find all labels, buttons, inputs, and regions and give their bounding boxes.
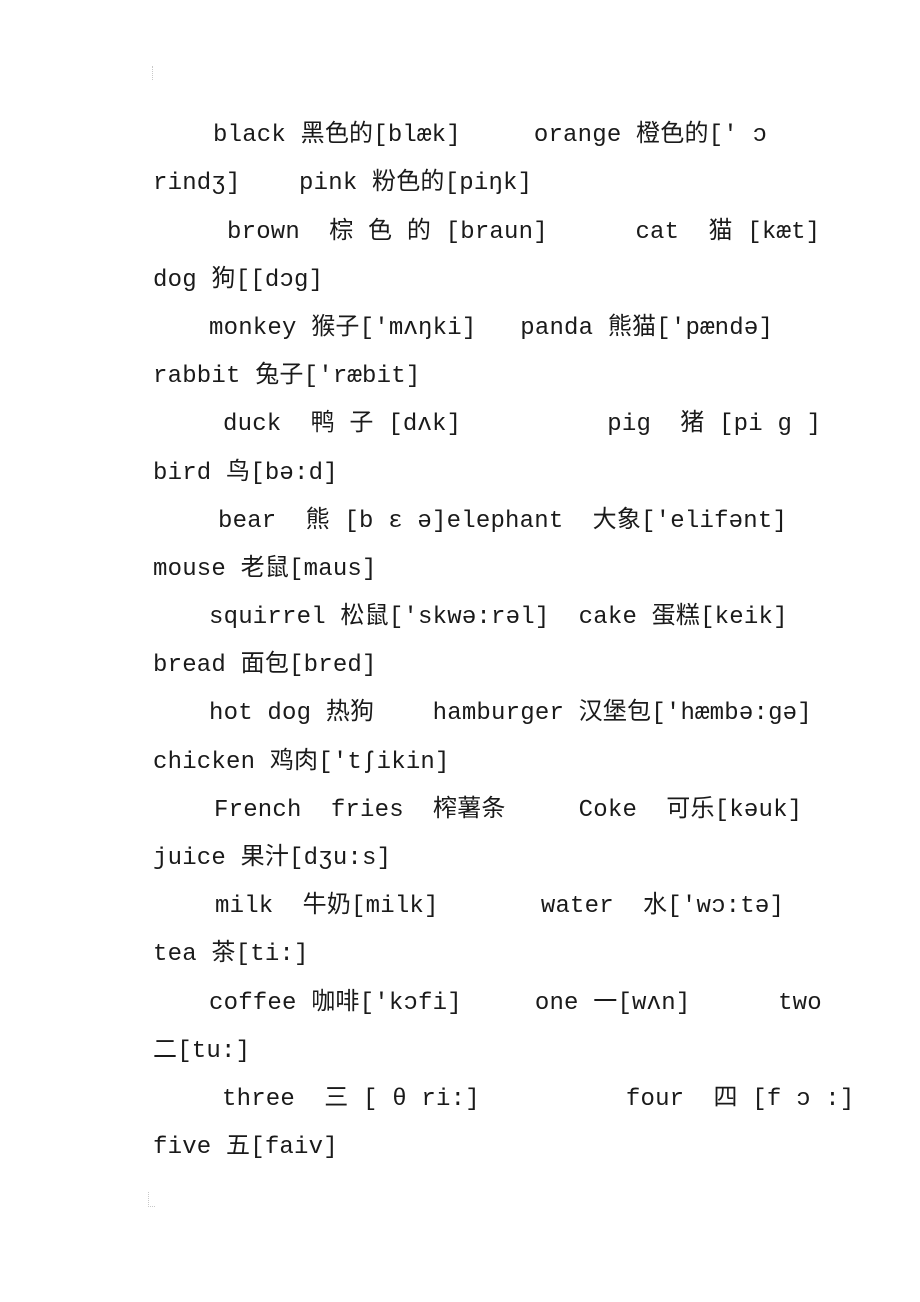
text-line: monkey 猴子['mʌŋki] panda 熊猫['pændə]: [209, 315, 774, 342]
text-line: bear 熊 [b ɛ ə]elephant 大象['elifənt]: [218, 508, 788, 535]
text-line: brown 棕 色 的 [braun] cat 猫 [kæt]: [227, 219, 821, 246]
text-line: three 三 [ θ ri:] four 四 [f ɔ :]: [222, 1086, 855, 1113]
crop-mark-top: [152, 66, 161, 80]
text-line: rabbit 兔子['ræbit]: [153, 363, 421, 390]
text-line: black 黑色的[blæk] orange 橙色的[' ɔ: [213, 122, 768, 149]
text-line: duck 鸭 子 [dʌk] pig 猪 [pi g ]: [223, 411, 822, 438]
text-line: five 五[faiv]: [153, 1134, 338, 1161]
document-page: black 黑色的[blæk] orange 橙色的[' ɔ rindʒ] pi…: [0, 0, 920, 1302]
text-line: 二[tu:]: [153, 1038, 251, 1065]
text-line: coffee 咖啡['kɔfi] one 一[wʌn] two: [209, 990, 822, 1017]
text-line: mouse 老鼠[maus]: [153, 556, 377, 583]
text-line: rindʒ] pink 粉色的[piŋk]: [153, 170, 533, 197]
text-line: tea 茶[ti:]: [153, 941, 309, 968]
text-line: hot dog 热狗 hamburger 汉堡包['hæmbə:gə]: [209, 700, 812, 727]
text-line: chicken 鸡肉['tʃikin]: [153, 749, 450, 776]
text-line: squirrel 松鼠['skwə:rəl] cake 蛋糕[keik]: [209, 604, 788, 631]
text-line: bread 面包[bred]: [153, 652, 377, 679]
text-line: juice 果汁[dʒu:s]: [153, 845, 392, 872]
crop-mark-bottom: [148, 1192, 155, 1207]
text-line: milk 牛奶[milk] water 水['wɔ:tə]: [215, 893, 785, 920]
text-line: bird 鸟[bə:d]: [153, 460, 338, 487]
text-line: French fries 榨薯条 Coke 可乐[kəuk]: [214, 797, 803, 824]
text-line: dog 狗[[dɔg]: [153, 267, 324, 294]
